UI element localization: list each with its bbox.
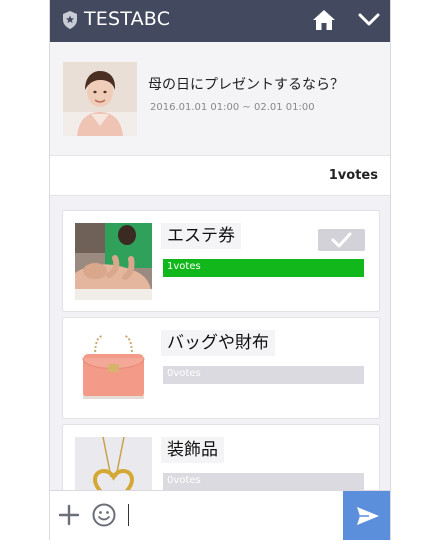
total-votes-row: 1votes <box>50 156 390 196</box>
top-bar: TESTABC <box>50 0 390 42</box>
message-input[interactable] <box>128 504 129 526</box>
chevron-down-icon[interactable] <box>358 12 380 28</box>
app-screen: TESTABC 母の日にプレゼントするなら？ 2016.01.01 01:00 … <box>49 0 391 540</box>
option-label: バッグや財布 <box>161 330 275 356</box>
check-icon <box>331 232 352 248</box>
poll-option[interactable]: バッグや財布 0votes <box>62 317 380 419</box>
send-button[interactable] <box>343 491 390 540</box>
option-votes: 0votes <box>167 368 201 379</box>
massage-photo <box>75 223 152 300</box>
vote-progress-bar: 1votes <box>163 259 364 277</box>
shield-icon <box>63 11 77 29</box>
plus-icon[interactable] <box>58 504 80 526</box>
emoji-icon[interactable] <box>92 503 116 527</box>
option-votes: 1votes <box>167 261 201 272</box>
send-icon <box>357 507 379 525</box>
vote-progress-bar: 0votes <box>163 366 364 384</box>
pink-handbag-photo <box>75 330 152 407</box>
option-label: 装飾品 <box>161 437 224 463</box>
option-votes: 0votes <box>167 475 201 486</box>
poll-option[interactable]: エステ券 1votes <box>62 210 380 312</box>
poll-date-range: 2016.01.01 01:00 ~ 02.01 01:00 <box>150 102 315 113</box>
option-label: エステ券 <box>161 223 241 249</box>
total-votes: 1votes <box>328 168 378 183</box>
poll-header: 母の日にプレゼントするなら？ 2016.01.01 01:00 ~ 02.01 … <box>50 42 390 156</box>
avatar <box>63 62 137 136</box>
vote-progress-bar: 0votes <box>163 473 364 491</box>
home-icon[interactable] <box>312 9 336 31</box>
message-input-bar <box>50 490 390 540</box>
vote-check-button[interactable] <box>318 229 365 251</box>
app-title: TESTABC <box>84 8 171 30</box>
poll-title: 母の日にプレゼントするなら？ <box>148 77 344 93</box>
